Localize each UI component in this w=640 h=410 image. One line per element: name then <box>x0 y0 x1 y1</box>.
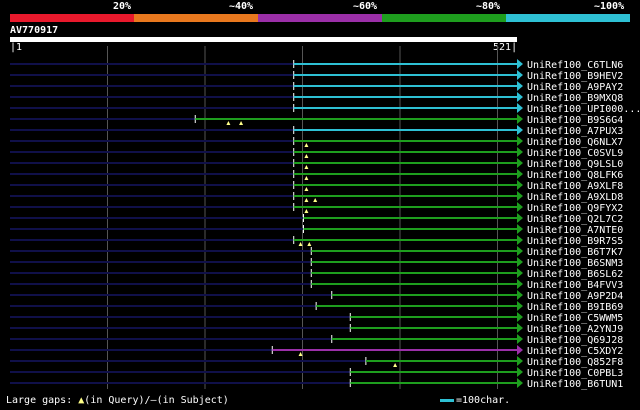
hit-arrow-icon <box>517 147 523 157</box>
hit-arrow-icon <box>517 301 523 311</box>
hit-label: UniRef100_Q6NLX7 <box>527 137 623 148</box>
hit-label: UniRef100_A9P2D4 <box>527 291 623 302</box>
gap-legend: Large gaps: ▲(in Query)/–(in Subject) <box>6 395 229 406</box>
hit-arrow-icon <box>517 246 523 256</box>
hit-label: UniRef100_Q2L7C2 <box>527 214 623 225</box>
hit-arrow-icon <box>517 279 523 289</box>
hit-arrow-icon <box>517 378 523 388</box>
hit-label: UniRef100_UPI000... <box>527 104 640 115</box>
hit-label: UniRef100_B9S6G4 <box>527 115 623 126</box>
query-gap-marker <box>307 242 312 246</box>
hit-arrow-icon <box>517 257 523 267</box>
hit-arrow-icon <box>517 114 523 124</box>
hit-label: UniRef100_B9HEV2 <box>527 71 623 82</box>
hit-arrow-icon <box>517 345 523 355</box>
hit-label: UniRef100_Q9FYX2 <box>527 203 623 214</box>
hit-label: UniRef100_B6SNM3 <box>527 258 623 269</box>
hit-label: UniRef100_A9XLD8 <box>527 192 623 203</box>
hit-arrow-icon <box>517 356 523 366</box>
hit-label: UniRef100_A9XLF8 <box>527 181 623 192</box>
hit-arrow-icon <box>517 268 523 278</box>
hit-label: UniRef100_Q9LSL0 <box>527 159 623 170</box>
query-gap-marker <box>304 154 309 158</box>
alignment-plot: UniRef100_C6TLN6UniRef100_B9HEV2UniRef10… <box>10 46 640 390</box>
hit-arrow-icon <box>517 70 523 80</box>
hit-label: UniRef100_B9IB69 <box>527 302 623 313</box>
hit-label: UniRef100_B6TUN1 <box>527 379 623 390</box>
hit-arrow-icon <box>517 290 523 300</box>
hit-arrow-icon <box>517 213 523 223</box>
hit-arrow-icon <box>517 125 523 135</box>
query-gap-marker <box>226 121 231 125</box>
hit-label: UniRef100_A2YNJ9 <box>527 324 623 335</box>
hit-label: UniRef100_C5XDY2 <box>527 346 623 357</box>
query-gap-marker <box>298 352 303 356</box>
hit-label: UniRef100_Q8LFK6 <box>527 170 623 181</box>
hit-arrow-icon <box>517 367 523 377</box>
query-gap-marker <box>304 209 309 213</box>
hit-label: UniRef100_A9PAY2 <box>527 82 623 93</box>
hit-arrow-icon <box>517 158 523 168</box>
hit-label: UniRef100_B4FVV3 <box>527 280 623 291</box>
hit-label: UniRef100_B6SL62 <box>527 269 623 280</box>
hit-label: UniRef100_C0SVL9 <box>527 148 623 159</box>
hit-arrow-icon <box>517 103 523 113</box>
hit-label: UniRef100_B9MXQ8 <box>527 93 623 104</box>
hit-arrow-icon <box>517 334 523 344</box>
query-gap-marker <box>304 143 309 147</box>
hit-arrow-icon <box>517 312 523 322</box>
query-gap-marker <box>298 242 303 246</box>
hit-arrow-icon <box>517 81 523 91</box>
hit-arrow-icon <box>517 136 523 146</box>
query-gap-marker <box>304 176 309 180</box>
scale-bar-icon <box>440 398 454 402</box>
hit-arrow-icon <box>517 191 523 201</box>
hit-arrow-icon <box>517 92 523 102</box>
hit-arrow-icon <box>517 323 523 333</box>
hit-arrow-icon <box>517 235 523 245</box>
hit-label: UniRef100_Q852F8 <box>527 357 623 368</box>
hit-arrow-icon <box>517 169 523 179</box>
hit-label: UniRef100_B9R7S5 <box>527 236 623 247</box>
hit-label: UniRef100_C6TLN6 <box>527 60 623 71</box>
hit-label: UniRef100_A7NTE0 <box>527 225 623 236</box>
hit-arrow-icon <box>517 59 523 69</box>
hit-label: UniRef100_B6T7K7 <box>527 247 623 258</box>
hit-label: UniRef100_A7PUX3 <box>527 126 623 137</box>
query-gap-marker <box>304 165 309 169</box>
query-gap-marker <box>393 363 398 367</box>
hit-arrow-icon <box>517 224 523 234</box>
hit-label: UniRef100_C5WWM5 <box>527 313 623 324</box>
query-gap-marker <box>304 187 309 191</box>
query-gap-marker <box>313 198 318 202</box>
scale-legend: =100char. <box>440 395 510 406</box>
hit-arrow-icon <box>517 202 523 212</box>
hit-label: UniRef100_Q69J28 <box>527 335 623 346</box>
query-gap-marker <box>304 198 309 202</box>
query-gap-marker <box>239 121 244 125</box>
hit-arrow-icon <box>517 180 523 190</box>
hit-label: UniRef100_C0PBL3 <box>527 368 623 379</box>
